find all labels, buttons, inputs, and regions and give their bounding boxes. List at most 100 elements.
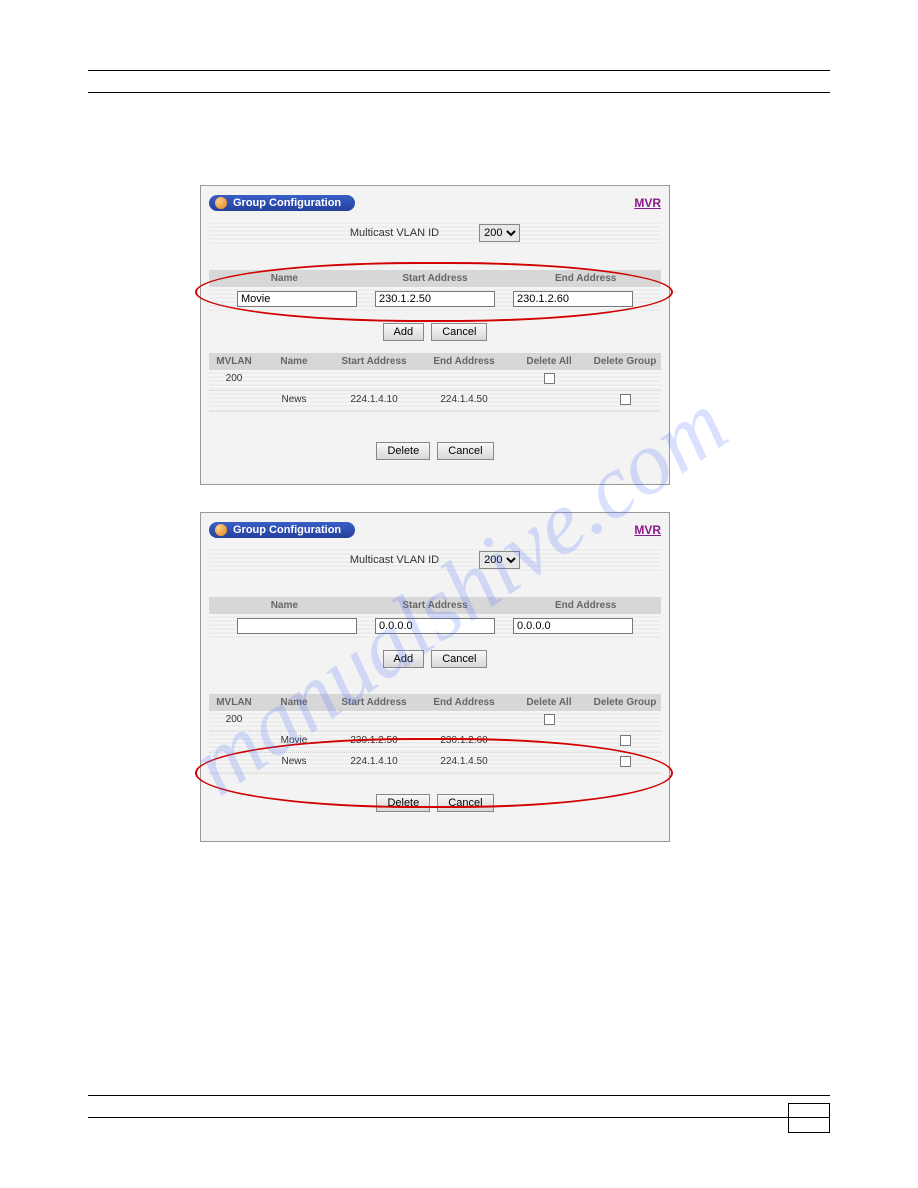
- panel-title-bar: Group Configuration MVR: [209, 521, 661, 539]
- delete-group-checkbox[interactable]: [620, 394, 631, 405]
- panel-title: Group Configuration: [209, 195, 355, 211]
- cell-mvlan: [209, 734, 259, 750]
- th-end: End Address: [419, 353, 509, 370]
- start-address-input[interactable]: [375, 618, 495, 634]
- end-address-input[interactable]: [513, 291, 633, 307]
- bullet-icon: [215, 524, 227, 536]
- cell-end: 224.1.4.50: [419, 755, 509, 771]
- delete-button-row: Delete Cancel: [209, 774, 661, 824]
- cell-delete-group: [589, 713, 661, 729]
- delete-all-checkbox[interactable]: [544, 373, 555, 384]
- cell-start: [329, 713, 419, 729]
- th-delete-group: Delete Group: [589, 353, 661, 370]
- delete-group-checkbox[interactable]: [620, 735, 631, 746]
- footer-rule-2: [88, 1117, 830, 1118]
- table-body-1: 200News224.1.4.10224.1.4.50: [209, 370, 661, 412]
- cell-name: Movie: [259, 734, 329, 750]
- cell-end: 230.1.2.60: [419, 734, 509, 750]
- cell-delete-all: [509, 734, 589, 750]
- panel-title: Group Configuration: [209, 522, 355, 538]
- cell-end: 224.1.4.50: [419, 393, 509, 409]
- col-start: Start Address: [360, 597, 511, 614]
- cell-name: [259, 713, 329, 729]
- cell-end: [419, 372, 509, 388]
- mvr-link[interactable]: MVR: [634, 523, 661, 537]
- table-header: MVLAN Name Start Address End Address Del…: [209, 694, 661, 711]
- cancel-button[interactable]: Cancel: [431, 323, 487, 341]
- vlan-id-label: Multicast VLAN ID: [350, 554, 439, 566]
- vlan-id-select[interactable]: 200: [479, 224, 520, 242]
- delete-group-checkbox[interactable]: [620, 756, 631, 767]
- add-button[interactable]: Add: [383, 323, 425, 341]
- vlan-id-select[interactable]: 200: [479, 551, 520, 569]
- cell-start: [329, 372, 419, 388]
- cell-name: News: [259, 393, 329, 409]
- form-input-row: [209, 614, 661, 638]
- th-start: Start Address: [329, 353, 419, 370]
- cancel-button[interactable]: Cancel: [431, 650, 487, 668]
- cell-end: [419, 713, 509, 729]
- delete-button[interactable]: Delete: [376, 794, 430, 812]
- cell-delete-all: [509, 372, 589, 388]
- cell-delete-all: [509, 713, 589, 729]
- cell-mvlan: [209, 393, 259, 409]
- table-row: Movie230.1.2.50230.1.2.60: [209, 732, 661, 753]
- cell-delete-all: [509, 755, 589, 771]
- th-delete-group: Delete Group: [589, 694, 661, 711]
- cell-name: News: [259, 755, 329, 771]
- table-row: 200: [209, 370, 661, 391]
- col-start: Start Address: [360, 270, 511, 287]
- add-button[interactable]: Add: [383, 650, 425, 668]
- group-config-panel-2: Group Configuration MVR Multicast VLAN I…: [200, 512, 670, 842]
- start-address-input[interactable]: [375, 291, 495, 307]
- delete-button[interactable]: Delete: [376, 442, 430, 460]
- th-delete-all: Delete All: [509, 694, 589, 711]
- col-end: End Address: [510, 270, 661, 287]
- form-header-row: Name Start Address End Address: [209, 270, 661, 287]
- cell-delete-group: [589, 755, 661, 771]
- table-row: 200: [209, 711, 661, 732]
- th-end: End Address: [419, 694, 509, 711]
- cell-delete-group: [589, 734, 661, 750]
- group-config-panel-1: Group Configuration MVR Multicast VLAN I…: [200, 185, 670, 485]
- th-mvlan: MVLAN: [209, 694, 259, 711]
- panel-title-bar: Group Configuration MVR: [209, 194, 661, 212]
- mvr-link[interactable]: MVR: [634, 196, 661, 210]
- cancel-button-2[interactable]: Cancel: [437, 794, 493, 812]
- end-address-input[interactable]: [513, 618, 633, 634]
- cell-mvlan: [209, 755, 259, 771]
- th-mvlan: MVLAN: [209, 353, 259, 370]
- cancel-button-2[interactable]: Cancel: [437, 442, 493, 460]
- vlan-id-row: Multicast VLAN ID 200: [209, 220, 661, 246]
- cell-start: 230.1.2.50: [329, 734, 419, 750]
- cell-name: [259, 372, 329, 388]
- form-input-row: [209, 287, 661, 311]
- table-row: News224.1.4.10224.1.4.50: [209, 753, 661, 774]
- vlan-id-label: Multicast VLAN ID: [350, 227, 439, 239]
- table-header: MVLAN Name Start Address End Address Del…: [209, 353, 661, 370]
- form-header-row: Name Start Address End Address: [209, 597, 661, 614]
- table-body-2: 200Movie230.1.2.50230.1.2.60News224.1.4.…: [209, 711, 661, 774]
- th-delete-all: Delete All: [509, 353, 589, 370]
- delete-all-checkbox[interactable]: [544, 714, 555, 725]
- cell-mvlan: 200: [209, 372, 259, 388]
- name-input[interactable]: [237, 291, 357, 307]
- th-name: Name: [259, 353, 329, 370]
- panel-title-text: Group Configuration: [233, 524, 341, 536]
- col-name: Name: [209, 597, 360, 614]
- cell-mvlan: 200: [209, 713, 259, 729]
- cell-start: 224.1.4.10: [329, 755, 419, 771]
- add-button-row: Add Cancel: [209, 638, 661, 680]
- cell-start: 224.1.4.10: [329, 393, 419, 409]
- page-number-box: [788, 1103, 830, 1133]
- col-name: Name: [209, 270, 360, 287]
- col-end: End Address: [510, 597, 661, 614]
- vlan-id-row: Multicast VLAN ID 200: [209, 547, 661, 573]
- panel-title-text: Group Configuration: [233, 197, 341, 209]
- bullet-icon: [215, 197, 227, 209]
- footer-rule-1: [88, 1095, 830, 1096]
- th-start: Start Address: [329, 694, 419, 711]
- name-input[interactable]: [237, 618, 357, 634]
- cell-delete-group: [589, 393, 661, 409]
- delete-button-row: Delete Cancel: [209, 412, 661, 472]
